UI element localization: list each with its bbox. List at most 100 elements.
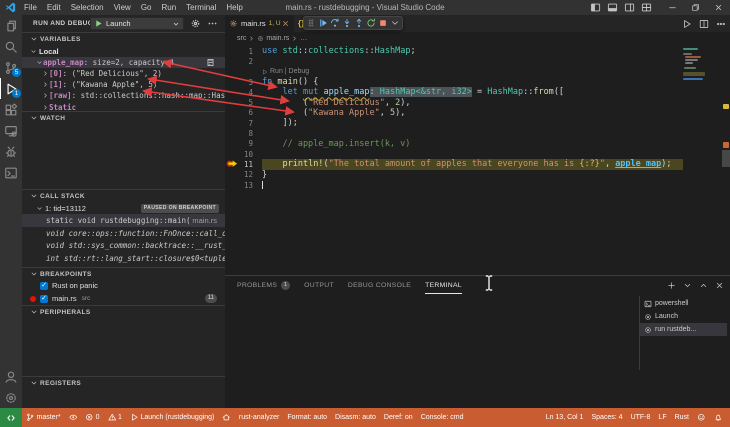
menu-view[interactable]: View (109, 3, 136, 12)
gutter[interactable]: 7 (225, 118, 262, 128)
gutter[interactable]: 6 (225, 108, 262, 118)
status-eye-icon[interactable] (65, 413, 82, 422)
breakpoint-current-line-icon[interactable] (226, 159, 239, 169)
layout-sidebar-left-icon[interactable] (590, 2, 601, 13)
stack-frame[interactable]: void core::ops::function::FnOnce::call_o… (22, 227, 225, 240)
menu-run[interactable]: Run (156, 3, 181, 12)
more-actions-icon[interactable] (207, 18, 218, 29)
gutter[interactable]: 5 (225, 97, 262, 107)
activity-source-control-icon[interactable]: 5 (0, 57, 22, 78)
code-line[interactable]: 7 ]); (225, 118, 730, 128)
menu-go[interactable]: Go (136, 3, 157, 12)
menu-selection[interactable]: Selection (66, 3, 109, 12)
debug-step-over-icon[interactable] (330, 18, 341, 29)
status-spaces-4[interactable]: Spaces: 4 (587, 414, 626, 421)
panel-tab-terminal[interactable]: TERMINAL (425, 276, 462, 294)
code-editor[interactable]: 1use std::collections::HashMap;2Run | De… (225, 44, 730, 275)
debug-stop-icon[interactable] (378, 18, 389, 29)
debug-continue-icon[interactable] (318, 18, 329, 29)
new-terminal-icon[interactable] (667, 281, 676, 290)
activity-account-icon[interactable] (0, 366, 22, 387)
debug-chevron-down-icon[interactable] (390, 18, 401, 29)
breakpoint-checkbox[interactable]: ✓ (40, 295, 48, 303)
launch-config-dropdown[interactable]: Launch (90, 17, 184, 30)
status-deref-on[interactable]: Deref: on (380, 414, 417, 421)
code-text[interactable] (262, 128, 730, 138)
debug-step-into-icon[interactable] (342, 18, 353, 29)
status-rust-analyzer[interactable]: rust-analyzer (235, 414, 283, 421)
status-disasm-auto[interactable]: Disasm: auto (331, 414, 380, 421)
overview-ruler[interactable] (722, 44, 730, 275)
status-0[interactable]: 0 (81, 413, 103, 422)
debug-restart-icon[interactable] (366, 18, 377, 29)
debug-step-out-icon[interactable] (354, 18, 365, 29)
code-text[interactable] (262, 56, 730, 66)
stack-frame[interactable]: void std::sys_common::backtrace::__rust_… (22, 240, 225, 253)
code-text[interactable]: ]); (262, 118, 730, 128)
gutter[interactable]: 9 (225, 139, 262, 149)
status-bell-icon[interactable] (710, 413, 727, 422)
status-home-icon[interactable] (218, 413, 235, 422)
status-rust[interactable]: Rust (671, 414, 693, 421)
gutter[interactable]: 1 (225, 46, 262, 56)
status-1[interactable]: 1 (104, 413, 126, 422)
layout-sidebar-right-icon[interactable] (624, 2, 635, 13)
panel-tab-debug-console[interactable]: DEBUG CONSOLE (348, 276, 411, 294)
code-line[interactable]: 4 let mut apple_map: HashMap<&str, i32> … (225, 87, 730, 97)
code-line[interactable]: 13 (225, 180, 730, 190)
gutter[interactable] (225, 67, 262, 77)
scope-row[interactable]: Local (22, 46, 225, 57)
minimize-button[interactable] (661, 0, 684, 15)
split-editor-icon[interactable] (699, 19, 709, 29)
thread-row[interactable]: 1: tid=13112PAUSED ON BREAKPOINT (22, 202, 225, 214)
section-variables[interactable]: VARIABLES (22, 32, 225, 45)
remote-indicator[interactable] (0, 408, 22, 427)
variable-row[interactable]: [raw]: std::collections::hash::map::Hash… (22, 90, 225, 101)
code-line[interactable]: 6 ("Kawana Apple", 5), (225, 108, 730, 118)
breakpoint-row[interactable]: ✓main.rssrc11 (22, 292, 225, 305)
stack-frame[interactable]: static void rustdebugging::main()main.rs (22, 214, 225, 227)
close-button[interactable] (707, 0, 730, 15)
status-launch-rustdebugging-[interactable]: Launch (rustdebugging) (126, 413, 218, 422)
more-actions-icon[interactable] (716, 19, 726, 29)
start-debug-icon[interactable] (94, 19, 103, 28)
variable-row[interactable]: apple_map: size=2, capacity=4 (22, 57, 225, 68)
restore-button[interactable] (684, 0, 707, 15)
layout-panel-icon[interactable] (607, 2, 618, 13)
breakpoint-row[interactable]: ✓Rust on panic (22, 279, 225, 292)
chevron-down-icon[interactable] (172, 20, 180, 28)
code-line[interactable]: 3fn main() { (225, 77, 730, 87)
stack-frame[interactable]: int std::rt::lang_start::closure$0<tuple… (22, 252, 225, 265)
status-console-cmd[interactable]: Console: cmd (417, 414, 468, 421)
layout-custom-icon[interactable] (641, 2, 652, 13)
code-line[interactable]: 10 (225, 149, 730, 159)
menu-terminal[interactable]: Terminal (181, 3, 221, 12)
code-line[interactable]: 12} (225, 170, 730, 180)
variable-row[interactable]: [1]: ("Kawana Apple", 5) (22, 79, 225, 90)
code-text[interactable]: use std::collections::HashMap; (262, 46, 730, 56)
section-call-stack[interactable]: CALL STACK (22, 189, 225, 202)
status-master-[interactable]: master* (22, 413, 65, 422)
breadcrumb-item[interactable]: src (237, 35, 246, 42)
code-text[interactable]: ("Kawana Apple", 5), (262, 108, 730, 118)
variable-row[interactable]: Static (22, 103, 225, 111)
status-feedback-icon[interactable] (693, 413, 710, 422)
menu-help[interactable]: Help (221, 3, 247, 12)
code-text[interactable]: Run | Debug (262, 67, 730, 77)
section-peripherals[interactable]: PERIPHERALS (22, 305, 225, 318)
code-text[interactable] (262, 149, 730, 159)
activity-search-icon[interactable] (0, 36, 22, 57)
terminal-item[interactable]: powershell (640, 297, 727, 310)
binary-view-icon[interactable] (206, 58, 215, 67)
panel-tab-output[interactable]: OUTPUT (304, 276, 334, 294)
code-text[interactable]: // apple_map.insert(k, v) (262, 139, 730, 149)
gutter[interactable]: 12 (225, 170, 262, 180)
gutter[interactable]: 10 (225, 149, 262, 159)
menu-file[interactable]: File (19, 3, 42, 12)
code-line[interactable]: Run | Debug (225, 67, 730, 77)
tab-main-rs[interactable]: main.rs 1, U (225, 15, 294, 32)
code-line[interactable]: 11 println!("The total amount of apples … (225, 159, 730, 169)
code-line[interactable]: 1use std::collections::HashMap; (225, 46, 730, 56)
close-icon[interactable] (281, 19, 290, 28)
status-utf-8[interactable]: UTF-8 (627, 414, 655, 421)
